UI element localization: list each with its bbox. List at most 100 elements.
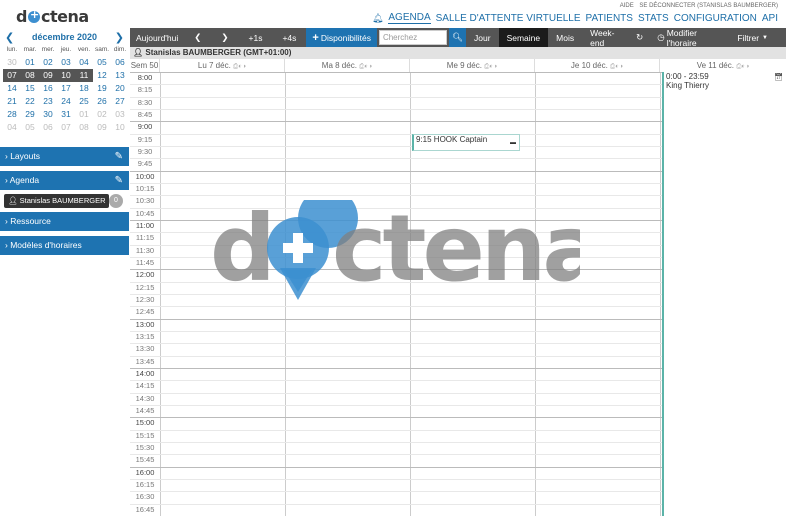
minical-day[interactable]: 11 — [75, 69, 93, 82]
pencil-icon[interactable]: ✎ — [115, 171, 123, 190]
minical-day[interactable]: 13 — [111, 69, 129, 82]
minical-day[interactable]: 12 — [93, 69, 111, 82]
availabilities-button[interactable]: + Disponibilités — [306, 28, 377, 47]
minical-day[interactable]: 08 — [21, 69, 39, 82]
minical-day[interactable]: 15 — [21, 82, 39, 95]
nav-waiting-room[interactable]: SALLE D'ATTENTE VIRTUELLE — [436, 13, 581, 24]
day-header[interactable]: Ma 8 déc. ⎙◐◑ — [285, 59, 410, 72]
agenda-section[interactable]: › Agenda ✎ — [0, 171, 129, 190]
day-header[interactable]: Ve 11 déc. ⎙◐◑ — [660, 59, 786, 72]
layouts-section[interactable]: › Layouts ✎ — [0, 147, 129, 166]
prev-month-icon[interactable]: ❮ — [5, 31, 14, 44]
minical-day[interactable]: 28 — [3, 108, 21, 121]
minical-day[interactable]: 30 — [3, 56, 21, 69]
modeles-section[interactable]: › Modèles d'horaires — [0, 236, 129, 255]
minical-day[interactable]: 18 — [75, 82, 93, 95]
minical-day[interactable]: 10 — [57, 69, 75, 82]
print-icon[interactable]: ⎙◐◑ — [233, 63, 246, 70]
minical-day[interactable]: 04 — [3, 121, 21, 134]
minical-day[interactable]: 30 — [39, 108, 57, 121]
refresh-icon[interactable]: ↻ — [628, 28, 651, 47]
minical-day[interactable]: 25 — [75, 95, 93, 108]
search-icon[interactable]: 🔍︎ — [448, 28, 467, 47]
view-weekend-button[interactable]: Week-end — [582, 28, 628, 48]
logo-pin-icon — [27, 8, 40, 23]
minical-day[interactable]: 17 — [57, 82, 75, 95]
resource-name: Stanislas BAUMBERGER (GMT+01:00) — [145, 48, 292, 57]
search-input[interactable]: Cherchez — [378, 30, 447, 45]
next-month-icon[interactable]: ❯ — [115, 31, 124, 44]
view-week-button[interactable]: Semaine — [498, 28, 549, 47]
pencil-icon[interactable]: ✎ — [115, 147, 123, 166]
doctena-logo[interactable]: dctena — [16, 6, 89, 26]
minical-title: décembre 2020 — [31, 32, 98, 42]
appointment-event[interactable]: 9:15 HOOK Captain ▬ — [412, 134, 520, 151]
minical-day[interactable]: 01 — [75, 108, 93, 121]
minical-day[interactable]: 07 — [3, 69, 21, 82]
view-day-button[interactable]: Jour — [466, 28, 499, 47]
weekday-label: ven. — [77, 46, 91, 53]
minical-day[interactable]: 01 — [21, 56, 39, 69]
logout-link[interactable]: SE DÉCONNECTER (STANISLAS BAUMBERGER) — [639, 3, 778, 9]
minical-day[interactable]: 03 — [57, 56, 75, 69]
minical-day[interactable]: 05 — [93, 56, 111, 69]
minical-day[interactable]: 09 — [39, 69, 57, 82]
minical-day[interactable]: 07 — [57, 121, 75, 134]
print-icon[interactable]: ⎙◐◑ — [484, 63, 497, 70]
allday-event[interactable]: 0:00 - 23:59 King Thierry 📅︎ — [662, 72, 786, 516]
prev-week-icon[interactable]: ❮ — [184, 28, 211, 47]
nav-api[interactable]: API — [762, 13, 778, 24]
nav-stats[interactable]: STATS — [638, 13, 669, 24]
minical-day[interactable]: 20 — [111, 82, 129, 95]
minical-day[interactable]: 10 — [111, 121, 129, 134]
help-link[interactable]: AIDE — [620, 3, 634, 9]
minical-day[interactable]: 31 — [57, 108, 75, 121]
nav-configuration[interactable]: CONFIGURATION — [674, 13, 757, 24]
minical-day[interactable]: 24 — [57, 95, 75, 108]
plus-1-week-button[interactable]: +1s — [239, 28, 273, 47]
view-month-button[interactable]: Mois — [548, 28, 582, 47]
minical-day[interactable]: 14 — [3, 82, 21, 95]
minical-day[interactable]: 03 — [111, 108, 129, 121]
minical-day[interactable]: 26 — [93, 95, 111, 108]
minical-day[interactable]: 06 — [39, 121, 57, 134]
clock-icon: ◷ — [657, 32, 665, 42]
edit-schedule-button[interactable]: ◷ Modifier l'horaire — [651, 28, 719, 48]
minical-day[interactable]: 02 — [39, 56, 57, 69]
minical-day[interactable]: 08 — [75, 121, 93, 134]
nav-patients[interactable]: PATIENTS — [586, 13, 633, 24]
print-icon[interactable]: ⎙◐◑ — [610, 63, 623, 70]
minical-day[interactable]: 29 — [21, 108, 39, 121]
minical-day[interactable]: 04 — [75, 56, 93, 69]
minical-day[interactable]: 27 — [111, 95, 129, 108]
availabilities-label: Disponibilités — [320, 32, 371, 43]
next-week-icon[interactable]: ❯ — [211, 28, 238, 47]
minical-day[interactable]: 21 — [3, 95, 21, 108]
print-icon[interactable]: ⎙◐◑ — [359, 63, 372, 70]
day-header[interactable]: Me 9 déc. ⎙◐◑ — [410, 59, 535, 72]
minical-day[interactable]: 23 — [39, 95, 57, 108]
minical-day[interactable]: 09 — [93, 121, 111, 134]
minical-day[interactable]: 06 — [111, 56, 129, 69]
minical-day[interactable]: 22 — [21, 95, 39, 108]
user-icon: 👤︎ — [8, 196, 18, 205]
agenda-user-chip[interactable]: 👤︎ Stanislas BAUMBERGER — [4, 194, 110, 208]
filter-button[interactable]: Filtrer ▼ — [719, 28, 786, 47]
ressource-section[interactable]: › Ressource — [0, 212, 129, 231]
day-header[interactable]: Lu 7 déc. ⎙◐◑ — [160, 59, 285, 72]
day-header[interactable]: Je 10 déc. ⎙◐◑ — [535, 59, 660, 72]
minical-day[interactable]: 16 — [39, 82, 57, 95]
minical-day[interactable]: 02 — [93, 108, 111, 121]
minical-day[interactable]: 19 — [93, 82, 111, 95]
minical-day[interactable]: 05 — [21, 121, 39, 134]
plus-4-week-button[interactable]: +4s — [272, 28, 306, 47]
print-icon[interactable]: ⎙◐◑ — [736, 63, 749, 70]
filter-label: Filtrer — [737, 32, 760, 43]
day-label: Ma 8 déc. — [321, 61, 357, 70]
calendar-icon: 📅︎ — [774, 74, 783, 81]
day-label: Je 10 déc. — [570, 61, 608, 70]
today-button[interactable]: Aujourd'hui — [130, 28, 184, 47]
nav-agenda[interactable]: AGENDA — [388, 12, 431, 24]
plus-icon: + — [312, 31, 319, 44]
bell-icon[interactable]: 🔔︎ — [372, 13, 383, 24]
